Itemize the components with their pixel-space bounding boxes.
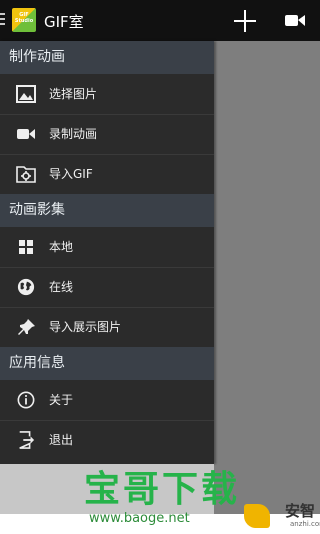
drawer-item-label: 退出: [49, 433, 74, 447]
app-logo-icon[interactable]: GIF Studio: [12, 8, 36, 32]
drawer-item-label: 关于: [49, 393, 74, 407]
anzhi-domain: anzhi.com: [290, 520, 320, 528]
section-header-app-info: 应用信息: [0, 347, 214, 380]
brand-watermark: 宝哥下载: [84, 469, 241, 510]
drawer-item-select-image[interactable]: 选择图片: [0, 74, 214, 114]
drawer-item-label: 导入展示图片: [49, 320, 122, 334]
pin-icon: [18, 319, 35, 335]
app-bar: GIF Studio GIF室: [0, 0, 320, 41]
drawer-item-import-gif[interactable]: 导入GIF: [0, 154, 214, 194]
drawer-item-label: 选择图片: [49, 87, 98, 101]
drawer-item-label: 在线: [49, 280, 74, 294]
image-icon: [16, 85, 36, 103]
drawer-item-label: 录制动画: [49, 127, 98, 141]
drawer-item-about[interactable]: 关于: [0, 380, 214, 420]
brand-url: www.baoge.net: [89, 511, 190, 526]
section-header-albums: 动画影集: [0, 194, 214, 227]
info-icon: [17, 391, 35, 409]
drawer-item-label: 本地: [49, 240, 74, 254]
watermark-footer: 宝哥下载 www.baoge.net 安智 anzhi.com: [0, 464, 320, 534]
section-header-create: 制作动画: [0, 41, 214, 74]
anzhi-logo-icon: [244, 504, 270, 528]
drawer-item-online[interactable]: 在线: [0, 267, 214, 307]
anzhi-name: 安智: [285, 502, 316, 520]
drawer-item-exit[interactable]: 退出: [0, 420, 214, 460]
drawer-item-local[interactable]: 本地: [0, 227, 214, 267]
content-area[interactable]: [214, 41, 320, 514]
grid-icon: [19, 240, 33, 254]
navigation-drawer: 制作动画 选择图片 录制动画 导入GIF 动画影集 本地 在线 导入展示图片 应…: [0, 41, 214, 464]
menu-icon[interactable]: [0, 13, 5, 28]
video-camera-icon: [17, 129, 35, 139]
drawer-item-label: 导入GIF: [49, 167, 93, 181]
globe-icon: [17, 278, 35, 296]
import-folder-icon: [16, 166, 36, 183]
add-icon[interactable]: [234, 10, 256, 32]
drawer-item-record-animation[interactable]: 录制动画: [0, 114, 214, 154]
exit-icon: [19, 431, 35, 449]
video-camera-icon[interactable]: [285, 13, 305, 28]
drawer-item-import-showcase[interactable]: 导入展示图片: [0, 307, 214, 347]
app-title: GIF室: [44, 13, 84, 31]
